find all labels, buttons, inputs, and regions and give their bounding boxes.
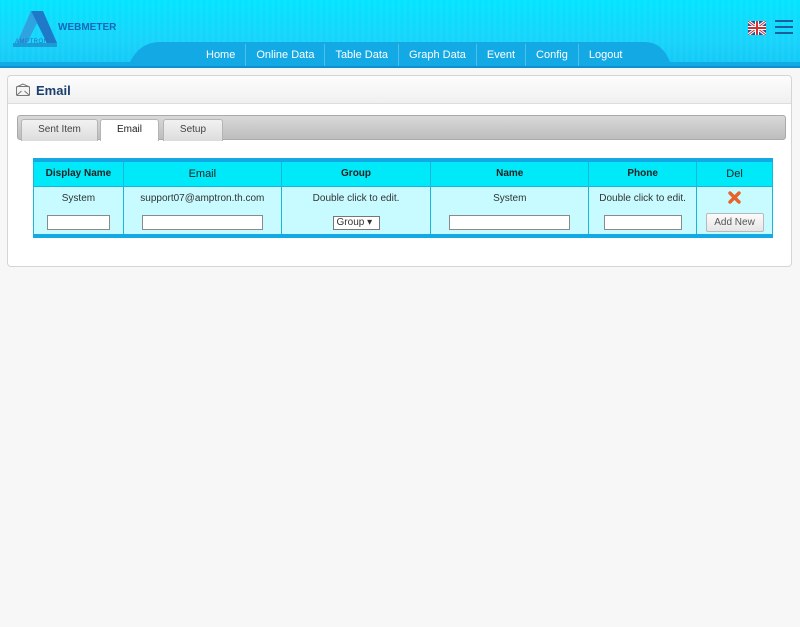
- new-email-input[interactable]: [141, 215, 263, 230]
- nav-table-data[interactable]: Table Data: [325, 44, 400, 66]
- col-display-name: Display Name: [33, 158, 124, 187]
- cell-del: [696, 186, 773, 211]
- uk-flag-icon[interactable]: [748, 21, 766, 35]
- cell-display-name[interactable]: System: [33, 186, 124, 211]
- hamburger-menu-icon[interactable]: [775, 20, 793, 36]
- group-select[interactable]: Group ▾: [332, 215, 380, 230]
- col-email: Email: [122, 158, 282, 187]
- tab-setup[interactable]: Setup: [163, 119, 223, 141]
- nav-graph-data[interactable]: Graph Data: [399, 44, 477, 66]
- brand-name: WEBMETER: [58, 22, 117, 33]
- cell-email[interactable]: support07@amptron.th.com: [122, 186, 282, 211]
- cell-name[interactable]: System: [430, 186, 590, 211]
- tab-bar: Sent Item Email Setup: [17, 115, 786, 141]
- table-row: System support07@amptron.th.com Double c…: [33, 186, 773, 211]
- cell-group[interactable]: Double click to edit.: [280, 186, 432, 211]
- col-phone: Phone: [588, 158, 698, 187]
- app-header: AMPTRON WEBMETER Home Online Data Table …: [0, 0, 800, 68]
- page-title: Email: [36, 83, 71, 98]
- nav-home[interactable]: Home: [196, 44, 247, 66]
- delete-icon[interactable]: [728, 191, 741, 204]
- nav-online-data[interactable]: Online Data: [246, 44, 326, 66]
- email-table: Display Name Email Group Name Phone Del …: [33, 158, 773, 246]
- nav-logout[interactable]: Logout: [579, 44, 633, 66]
- col-del: Del: [696, 158, 773, 187]
- nav-config[interactable]: Config: [526, 44, 579, 66]
- main-nav: Home Online Data Table Data Graph Data E…: [196, 44, 633, 66]
- tab-email[interactable]: Email: [100, 119, 159, 141]
- new-row: Group ▾ Add New: [33, 211, 773, 238]
- col-group: Group: [280, 158, 432, 187]
- new-phone-input[interactable]: [603, 215, 682, 230]
- group-select-value: Group: [336, 216, 365, 228]
- email-envelope-icon: [16, 83, 30, 96]
- nav-event[interactable]: Event: [477, 44, 527, 66]
- email-panel: Email Sent Item Email Setup Display Name…: [7, 75, 792, 267]
- new-display-name-input[interactable]: [46, 215, 110, 230]
- col-name: Name: [430, 158, 590, 187]
- panel-header: Email: [8, 76, 791, 104]
- tab-sent-item[interactable]: Sent Item: [21, 119, 98, 141]
- add-new-button[interactable]: Add New: [705, 213, 764, 232]
- new-name-input[interactable]: [449, 215, 571, 230]
- cell-phone[interactable]: Double click to edit.: [588, 186, 698, 211]
